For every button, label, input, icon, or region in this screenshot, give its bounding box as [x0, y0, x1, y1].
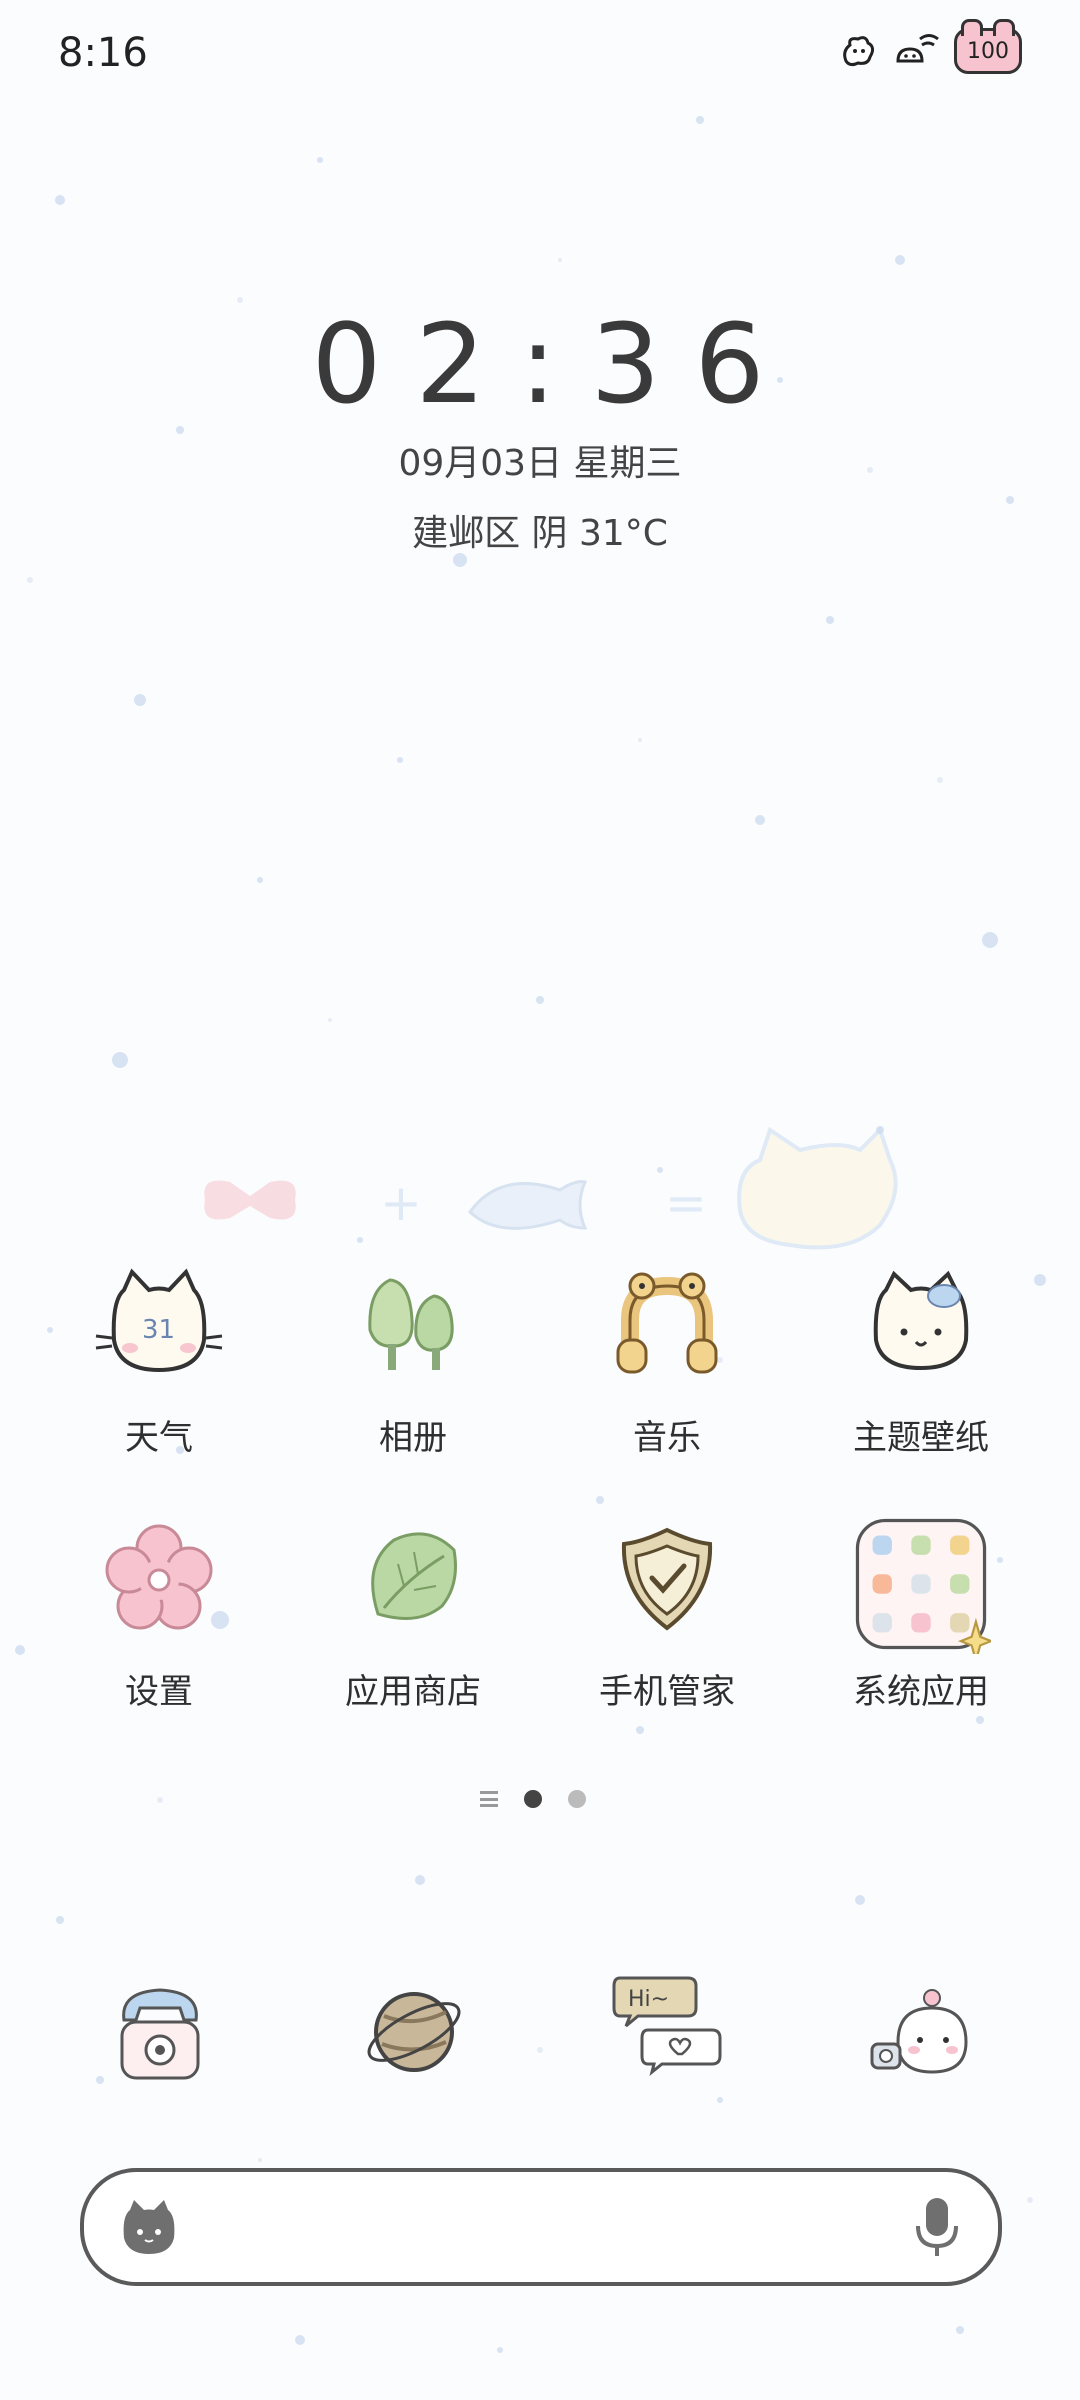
- app-store[interactable]: 应用商店: [293, 1514, 533, 1734]
- app-label: 手机管家: [599, 1672, 735, 1712]
- folder-system-apps-icon: [855, 1518, 991, 1654]
- app-settings[interactable]: 设置: [39, 1514, 279, 1734]
- dock: Hi~: [0, 1960, 1080, 2110]
- bow-decoration: [204, 1180, 296, 1220]
- fish-decoration: [468, 1180, 588, 1230]
- app-label: 应用商店: [345, 1672, 481, 1712]
- menu-lines-icon: [480, 1791, 498, 1807]
- telephone-icon: [120, 1988, 200, 2080]
- equals-decoration: =: [665, 1174, 707, 1232]
- app-weather[interactable]: 31 天气: [39, 1260, 279, 1480]
- app-system-apps-folder[interactable]: 系统应用: [801, 1514, 1041, 1734]
- clock-date: 09月03日 星期三: [398, 443, 682, 484]
- status-icons: 100: [838, 19, 1022, 74]
- page-indicator[interactable]: [480, 1790, 586, 1808]
- app-label: 音乐: [633, 1418, 701, 1458]
- planet-browser-icon: [367, 1992, 461, 2072]
- clock-time: 02:36: [311, 300, 799, 428]
- app-music[interactable]: 音乐: [547, 1260, 787, 1480]
- signal-icon: [843, 36, 875, 67]
- app-label: 主题壁纸: [853, 1418, 989, 1458]
- battery-level: 100: [967, 38, 1009, 64]
- battery-indicator: 100: [954, 19, 1022, 74]
- dock-messages[interactable]: Hi~: [608, 1964, 728, 2084]
- cat-weather-icon: 31: [95, 1268, 223, 1373]
- chat-bubbles-icon: Hi~: [612, 1976, 722, 2076]
- bunny-camera-icon: [870, 1989, 968, 2074]
- app-gallery[interactable]: 相册: [293, 1260, 533, 1480]
- app-theme-wallpaper[interactable]: 主题壁纸: [801, 1260, 1041, 1480]
- plus-decoration: +: [380, 1174, 422, 1232]
- wifi-icon: [896, 34, 939, 63]
- microphone-icon[interactable]: [912, 2194, 962, 2260]
- app-label: 天气: [125, 1418, 193, 1458]
- page-dot-active: [524, 1790, 542, 1808]
- status-time: 8:16: [58, 30, 148, 76]
- flower-settings-icon: [105, 1524, 213, 1630]
- app-label: 系统应用: [853, 1672, 989, 1712]
- app-label: 相册: [379, 1418, 447, 1458]
- leaf-store-icon: [371, 1532, 457, 1620]
- dock-camera[interactable]: [862, 1972, 982, 2092]
- weather-summary: 建邺区 阴 31°C: [412, 513, 668, 554]
- cat-decoration: [737, 1126, 898, 1250]
- shield-manager-icon: [621, 1527, 713, 1631]
- search-bar[interactable]: [80, 2168, 1002, 2286]
- cat-search-icon: [123, 2200, 175, 2254]
- status-bar: 8:16 100: [0, 0, 1080, 110]
- dock-phone[interactable]: [100, 1972, 220, 2092]
- chat-bubble-text: Hi~: [628, 1987, 669, 2012]
- app-label: 设置: [125, 1672, 193, 1712]
- weather-badge: 31: [142, 1315, 175, 1345]
- headphones-frog-icon: [616, 1272, 718, 1374]
- dock-browser[interactable]: [354, 1972, 474, 2092]
- app-phone-manager[interactable]: 手机管家: [547, 1514, 787, 1734]
- cat-theme-icon: [873, 1270, 969, 1371]
- page-dot: [568, 1790, 586, 1808]
- clock-weather-widget[interactable]: 02:36 09月03日 星期三 建邺区 阴 31°C: [0, 300, 1080, 556]
- trees-gallery-icon: [368, 1278, 454, 1370]
